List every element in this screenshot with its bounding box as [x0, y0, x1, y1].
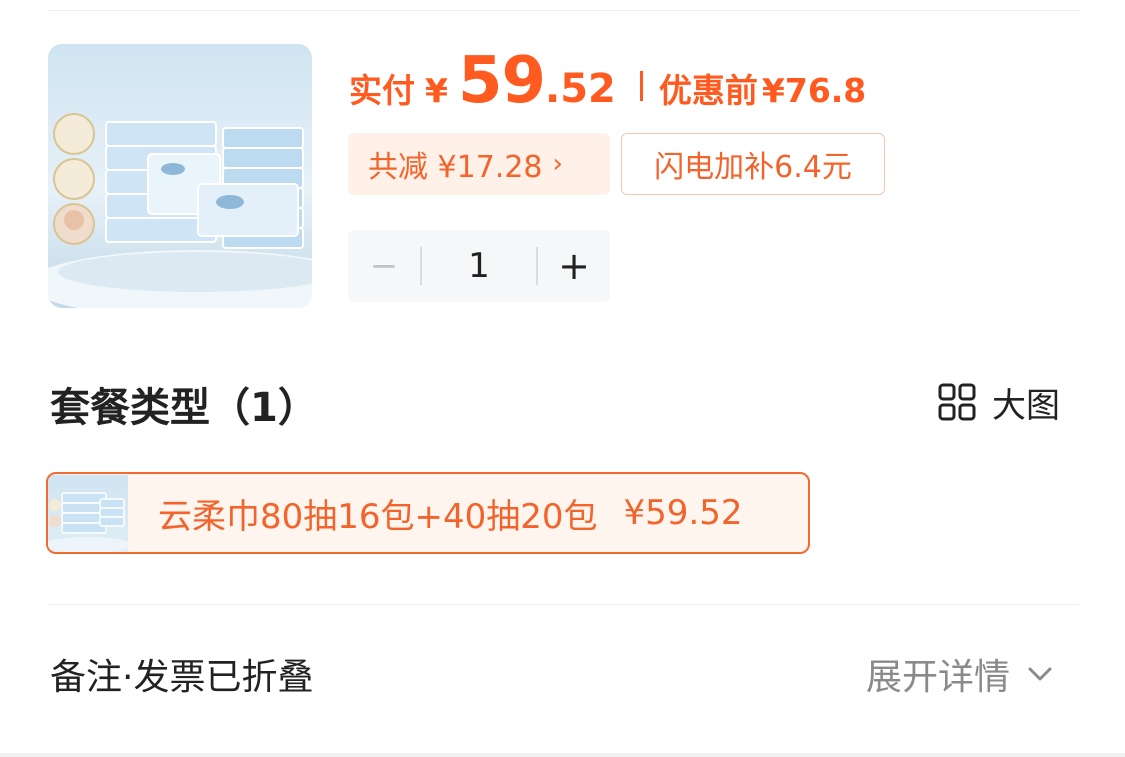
package-option-price: ¥59.52	[623, 493, 743, 533]
total-discount-chip[interactable]: 共减 ¥17.28 ›	[348, 133, 610, 195]
total-discount-text: 共减 ¥17.28	[368, 150, 543, 185]
chevron-right-icon: ›	[552, 149, 563, 179]
quantity-value[interactable]: 1	[422, 246, 536, 286]
price-row: 实付 ¥ 59 .52 优惠前 ¥76.8	[349, 44, 867, 118]
section-divider	[48, 604, 1079, 605]
grid-icon	[938, 383, 976, 421]
big-view-label: 大图	[992, 385, 1060, 426]
bottom-edge	[0, 753, 1125, 757]
paid-label: 实付	[349, 71, 415, 110]
tissue-pack-icon	[48, 491, 132, 552]
expand-details-label: 展开详情	[866, 657, 1011, 698]
decrease-quantity-button[interactable]: −	[348, 230, 420, 302]
quantity-stepper: − 1 +	[348, 230, 610, 302]
flash-subsidy-text: 闪电加补6.4元	[654, 150, 852, 185]
chevron-down-icon	[1028, 667, 1052, 681]
increase-quantity-button[interactable]: +	[538, 230, 610, 302]
price-decimal: .52	[545, 66, 616, 112]
original-price-label: 优惠前	[658, 71, 758, 110]
price-separator	[639, 71, 643, 101]
flash-subsidy-chip: 闪电加补6.4元	[621, 133, 885, 195]
currency-symbol: ¥	[425, 71, 448, 110]
big-view-toggle[interactable]: 大图	[938, 380, 1060, 426]
original-price: ¥76.8	[761, 71, 867, 110]
notes-invoice-label: 备注·发票已折叠	[50, 657, 314, 698]
top-divider	[48, 10, 1079, 11]
product-image[interactable]	[48, 44, 312, 308]
expand-details-button[interactable]: 展开详情	[866, 648, 1054, 700]
package-type-title: 套餐类型（1）	[50, 385, 318, 431]
package-option-label: 云柔巾80抽16包+40抽20包	[158, 496, 598, 537]
tissue-pack-icon	[48, 113, 312, 308]
package-option-image	[48, 474, 132, 552]
price-integer: 59	[457, 44, 546, 118]
package-option-selected[interactable]: 云柔巾80抽16包+40抽20包 ¥59.52	[46, 472, 810, 554]
